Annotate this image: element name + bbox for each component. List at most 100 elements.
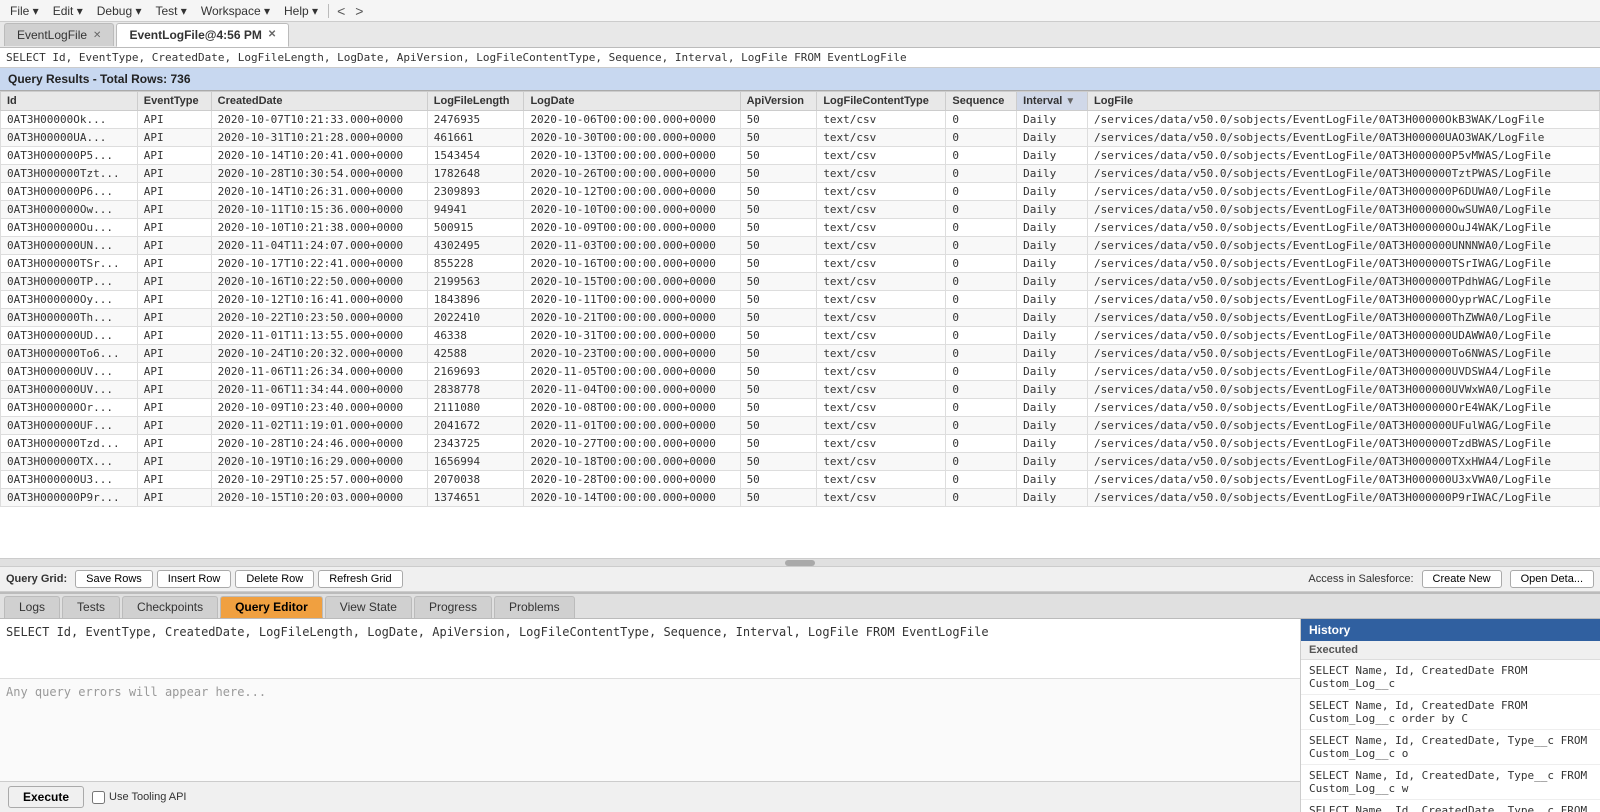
table-cell: Daily: [1017, 147, 1088, 165]
table-cell: 2838778: [427, 381, 524, 399]
table-cell: text/csv: [817, 183, 946, 201]
table-row[interactable]: 0AT3H000000UV...API2020-11-06T11:34:44.0…: [1, 381, 1600, 399]
tab-checkpoints[interactable]: Checkpoints: [122, 596, 218, 618]
tab-query-editor[interactable]: Query Editor: [220, 596, 323, 618]
table-cell: Daily: [1017, 129, 1088, 147]
query-text-display[interactable]: SELECT Id, EventType, CreatedDate, LogFi…: [0, 619, 1300, 679]
table-row[interactable]: 0AT3H000000UV...API2020-11-06T11:26:34.0…: [1, 363, 1600, 381]
table-cell: 0AT3H000000Or...: [1, 399, 138, 417]
col-apiversion[interactable]: ApiVersion: [740, 92, 817, 111]
menu-test[interactable]: Test ▾: [149, 2, 192, 20]
table-cell: /services/data/v50.0/sobjects/EventLogFi…: [1088, 147, 1600, 165]
history-panel: History Executed SELECT Name, Id, Create…: [1300, 619, 1600, 812]
table-cell: 0AT3H000000UF...: [1, 417, 138, 435]
table-row[interactable]: 0AT3H000000P6...API2020-10-14T10:26:31.0…: [1, 183, 1600, 201]
table-cell: 2020-10-08T00:00:00.000+0000: [524, 399, 740, 417]
grid-toolbar-label: Query Grid:: [6, 573, 67, 585]
table-row[interactable]: 0AT3H00000UA...API2020-10-31T10:21:28.00…: [1, 129, 1600, 147]
table-row[interactable]: 0AT3H000000P9r...API2020-10-15T10:20:03.…: [1, 489, 1600, 507]
col-logfilecontenttype[interactable]: LogFileContentType: [817, 92, 946, 111]
menu-workspace[interactable]: Workspace ▾: [195, 2, 276, 20]
table-row[interactable]: 0AT3H000000To6...API2020-10-24T10:20:32.…: [1, 345, 1600, 363]
table-cell: text/csv: [817, 363, 946, 381]
table-row[interactable]: 0AT3H000000UD...API2020-11-01T11:13:55.0…: [1, 327, 1600, 345]
col-interval[interactable]: Interval ▼: [1017, 92, 1088, 111]
history-item[interactable]: SELECT Name, Id, CreatedDate, Type__c FR…: [1301, 730, 1600, 765]
table-cell: 50: [740, 201, 817, 219]
table-container[interactable]: Id EventType CreatedDate LogFileLength L…: [0, 91, 1600, 558]
insert-row-button[interactable]: Insert Row: [157, 570, 232, 588]
table-cell: 0AT3H000000Ou...: [1, 219, 138, 237]
table-row[interactable]: 0AT3H000000TSr...API2020-10-17T10:22:41.…: [1, 255, 1600, 273]
col-eventtype[interactable]: EventType: [137, 92, 211, 111]
tab-view-state[interactable]: View State: [325, 596, 412, 618]
table-row[interactable]: 0AT3H000000UF...API2020-11-02T11:19:01.0…: [1, 417, 1600, 435]
table-cell: /services/data/v50.0/sobjects/EventLogFi…: [1088, 129, 1600, 147]
tab-problems[interactable]: Problems: [494, 596, 575, 618]
col-logfile[interactable]: LogFile: [1088, 92, 1600, 111]
tooling-api-option[interactable]: Use Tooling API: [92, 791, 186, 804]
table-cell: Daily: [1017, 399, 1088, 417]
tab-close-1[interactable]: ✕: [93, 30, 101, 41]
table-row[interactable]: 0AT3H000000TX...API2020-10-19T10:16:29.0…: [1, 453, 1600, 471]
col-logdate[interactable]: LogDate: [524, 92, 740, 111]
tooling-checkbox[interactable]: [92, 791, 105, 804]
table-cell: 0: [946, 255, 1017, 273]
menu-forward[interactable]: >: [351, 3, 367, 19]
menu-file[interactable]: File ▾: [4, 2, 45, 20]
tab-progress[interactable]: Progress: [414, 596, 492, 618]
table-row[interactable]: 0AT3H00000Ok...API2020-10-07T10:21:33.00…: [1, 111, 1600, 129]
tab-logs[interactable]: Logs: [4, 596, 60, 618]
menu-back[interactable]: <: [333, 3, 349, 19]
execute-button[interactable]: Execute: [8, 786, 84, 808]
delete-row-button[interactable]: Delete Row: [235, 570, 314, 588]
table-cell: 2020-10-19T10:16:29.000+0000: [211, 453, 427, 471]
table-cell: 0AT3H000000TX...: [1, 453, 138, 471]
middle-section: Query Results - Total Rows: 736 Id Event…: [0, 68, 1600, 592]
table-row[interactable]: 0AT3H000000Oy...API2020-10-12T10:16:41.0…: [1, 291, 1600, 309]
menu-help[interactable]: Help ▾: [278, 2, 324, 20]
table-row[interactable]: 0AT3H000000Ow...API2020-10-11T10:15:36.0…: [1, 201, 1600, 219]
history-item[interactable]: SELECT Name, Id, CreatedDate FROM Custom…: [1301, 660, 1600, 695]
tab-eventlogfile[interactable]: EventLogFile ✕: [4, 23, 114, 46]
refresh-grid-button[interactable]: Refresh Grid: [318, 570, 402, 588]
scroll-hint[interactable]: [0, 558, 1600, 566]
history-item[interactable]: SELECT Name, Id, CreatedDate, Type__c FR…: [1301, 765, 1600, 800]
table-cell: 50: [740, 237, 817, 255]
table-cell: 2020-10-15T10:20:03.000+0000: [211, 489, 427, 507]
col-logfilelength[interactable]: LogFileLength: [427, 92, 524, 111]
table-cell: 2020-10-14T10:26:31.000+0000: [211, 183, 427, 201]
table-row[interactable]: 0AT3H000000U3...API2020-10-29T10:25:57.0…: [1, 471, 1600, 489]
open-detail-button[interactable]: Open Deta...: [1510, 570, 1594, 588]
table-cell: 2020-11-01T11:13:55.000+0000: [211, 327, 427, 345]
table-row[interactable]: 0AT3H000000Or...API2020-10-09T10:23:40.0…: [1, 399, 1600, 417]
table-cell: Daily: [1017, 183, 1088, 201]
table-row[interactable]: 0AT3H000000UN...API2020-11-04T11:24:07.0…: [1, 237, 1600, 255]
table-row[interactable]: 0AT3H000000Tzt...API2020-10-28T10:30:54.…: [1, 165, 1600, 183]
sort-icon: ▼: [1065, 96, 1075, 107]
tab-close-2[interactable]: ✕: [268, 29, 276, 40]
table-row[interactable]: 0AT3H000000P5...API2020-10-14T10:20:41.0…: [1, 147, 1600, 165]
col-sequence[interactable]: Sequence: [946, 92, 1017, 111]
table-cell: /services/data/v50.0/sobjects/EventLogFi…: [1088, 111, 1600, 129]
history-item[interactable]: SELECT Name, Id, CreatedDate, Type__c FR…: [1301, 800, 1600, 812]
menu-edit[interactable]: Edit ▾: [47, 2, 89, 20]
table-cell: Daily: [1017, 345, 1088, 363]
tab-eventlogfile-active[interactable]: EventLogFile@4:56 PM ✕: [116, 23, 289, 47]
table-cell: 2020-10-29T10:25:57.000+0000: [211, 471, 427, 489]
query-editor-panel: SELECT Id, EventType, CreatedDate, LogFi…: [0, 619, 1300, 812]
menu-debug[interactable]: Debug ▾: [91, 2, 148, 20]
col-createddate[interactable]: CreatedDate: [211, 92, 427, 111]
tab-tests[interactable]: Tests: [62, 596, 120, 618]
table-cell: 46338: [427, 327, 524, 345]
table-row[interactable]: 0AT3H000000TP...API2020-10-16T10:22:50.0…: [1, 273, 1600, 291]
save-rows-button[interactable]: Save Rows: [75, 570, 153, 588]
table-row[interactable]: 0AT3H000000Ou...API2020-10-10T10:21:38.0…: [1, 219, 1600, 237]
table-cell: 2020-10-13T00:00:00.000+0000: [524, 147, 740, 165]
create-new-button[interactable]: Create New: [1422, 570, 1502, 588]
history-item[interactable]: SELECT Name, Id, CreatedDate FROM Custom…: [1301, 695, 1600, 730]
col-id[interactable]: Id: [1, 92, 138, 111]
table-row[interactable]: 0AT3H000000Th...API2020-10-22T10:23:50.0…: [1, 309, 1600, 327]
table-row[interactable]: 0AT3H000000Tzd...API2020-10-28T10:24:46.…: [1, 435, 1600, 453]
table-cell: API: [137, 219, 211, 237]
